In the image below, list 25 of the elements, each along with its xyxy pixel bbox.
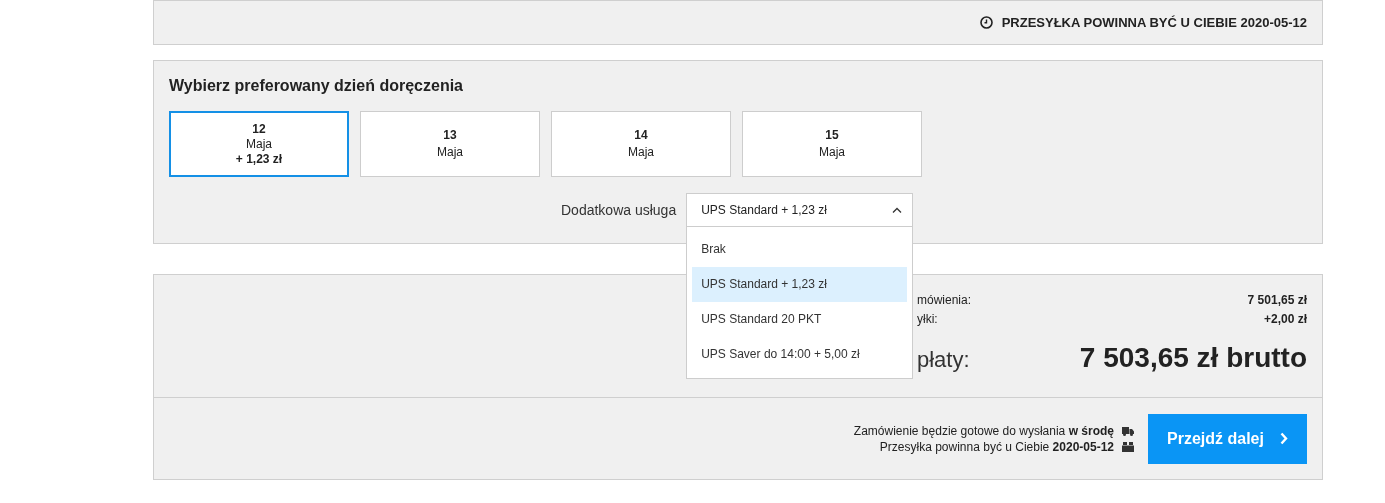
section-title: Wybierz preferowany dzień doręczenia <box>169 77 464 95</box>
menu-option[interactable]: Brak <box>692 232 908 267</box>
total-label: płaty: <box>917 347 970 373</box>
menu-option[interactable]: UPS Standard + 1,23 zł <box>692 267 908 302</box>
summary-label: yłki: <box>917 311 938 328</box>
summary-label: mówienia: <box>917 292 972 309</box>
field-label: Dodatkowa usługa <box>561 202 677 218</box>
shipping-info-text: Zamówienie będzie gotowe do wysłania w środę <box>853 422 1114 439</box>
box-icon <box>1122 441 1134 452</box>
delivery-date-notice: PRZESYŁKA POWINNA BYĆ U CIEBIE 2020-05-12 <box>1001 15 1307 30</box>
day-option[interactable]: 12 Maja + 1,23 zł <box>169 111 349 177</box>
chevron-right-icon <box>1279 432 1288 445</box>
summary-value: 7 501,65 zł <box>1247 292 1307 309</box>
clock-icon <box>979 16 993 29</box>
day-option[interactable]: 15 Maja <box>742 111 922 177</box>
service-dropdown[interactable]: UPS Standard + 1,23 zł <box>686 193 914 227</box>
total-value: 7 503,65 zł brutto <box>1079 342 1307 374</box>
menu-option[interactable]: UPS Saver do 14:00 + 5,00 zł <box>692 337 908 372</box>
summary-value: +2,00 zł <box>1263 311 1307 328</box>
menu-option[interactable]: UPS Standard 20 PKT <box>692 302 908 337</box>
truck-icon <box>1122 425 1134 436</box>
shipping-info-text: Przesyłka powinna być u Ciebie 2020-05-12 <box>879 438 1114 455</box>
day-option[interactable]: 13 Maja <box>360 111 540 177</box>
day-option[interactable]: 14 Maja <box>551 111 731 177</box>
chevron-icon <box>892 207 903 213</box>
